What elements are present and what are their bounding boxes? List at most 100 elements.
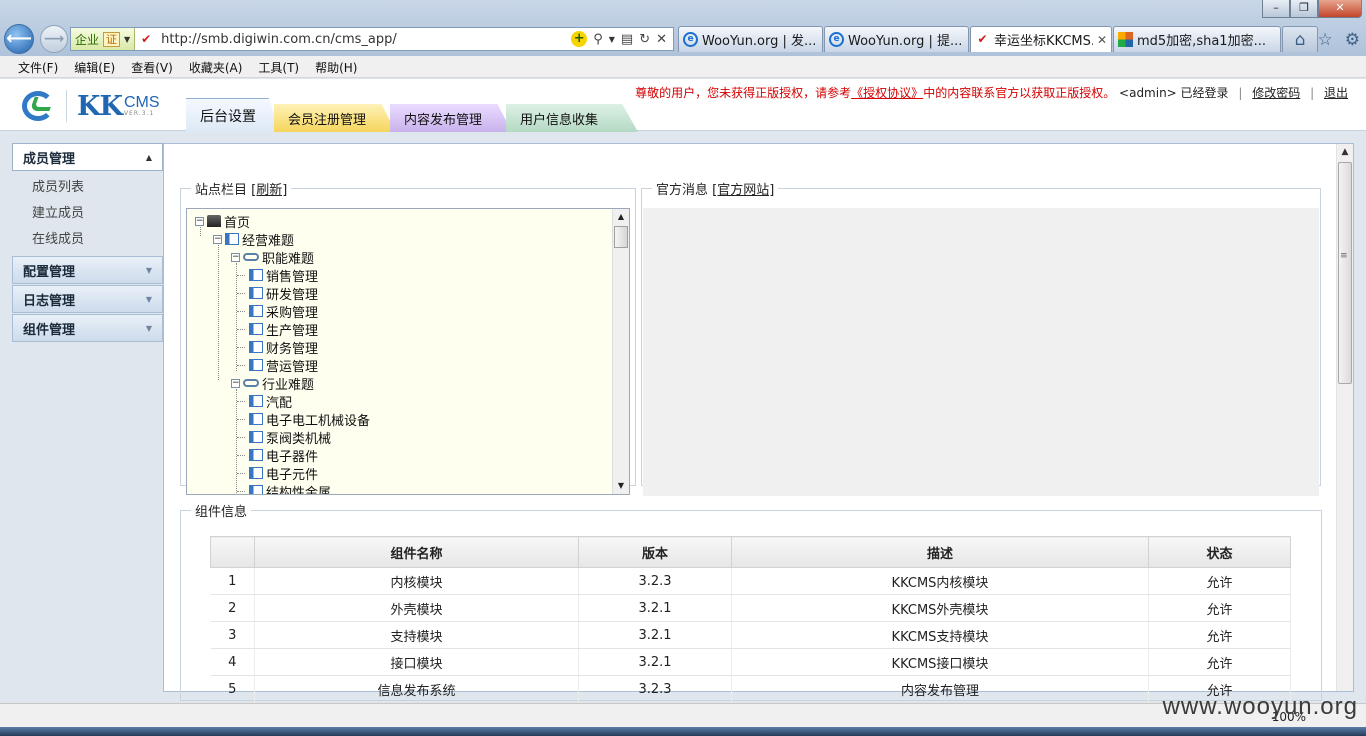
- cell-status: 允许: [1148, 648, 1291, 676]
- menu-file[interactable]: 文件(F): [10, 56, 66, 77]
- tab-user-info-collection[interactable]: 用户信息收集: [506, 104, 639, 132]
- favorites-star-icon[interactable]: ☆: [1318, 30, 1333, 50]
- minimize-button[interactable]: –: [1262, 0, 1290, 18]
- tree-leaf[interactable]: 结构性金属: [249, 482, 332, 495]
- tree-leaf[interactable]: 电子器件: [249, 446, 318, 465]
- table-row: 2 外壳模块 3.2.1 KKCMS外壳模块 允许: [210, 594, 1291, 622]
- sidebar-item-create-member[interactable]: 建立成员: [32, 201, 163, 227]
- collapse-icon[interactable]: −: [195, 216, 204, 226]
- menu-tools[interactable]: 工具(T): [250, 56, 307, 77]
- page-icon: [249, 467, 263, 479]
- sidebar-group-log-management[interactable]: 日志管理 ▼: [12, 285, 163, 313]
- change-password-link[interactable]: 修改密码: [1252, 86, 1300, 100]
- col-version-header: 版本: [578, 536, 732, 568]
- collapse-icon[interactable]: −: [213, 234, 222, 244]
- cell-name: 外壳模块: [254, 594, 579, 622]
- page-icon: [225, 233, 239, 245]
- compatibility-view-icon[interactable]: +: [571, 31, 588, 47]
- windows-taskbar: [0, 727, 1366, 736]
- gear-icon[interactable]: ⚙: [1345, 30, 1360, 50]
- browser-right-icons: ⌂ ☆ ⚙: [1295, 30, 1360, 50]
- rss-icon[interactable]: ▤: [621, 32, 633, 47]
- browser-tab[interactable]: e WooYun.org | 发...: [678, 26, 823, 52]
- page-icon: [249, 449, 263, 461]
- main-scrollbar[interactable]: ▲ ≡: [1336, 144, 1353, 691]
- tree-leaf[interactable]: 营运管理: [249, 356, 319, 375]
- scroll-thumb[interactable]: [614, 226, 628, 248]
- menu-help[interactable]: 帮助(H): [307, 56, 365, 77]
- logout-link[interactable]: 退出: [1324, 86, 1348, 100]
- search-icon[interactable]: ⚲: [593, 32, 603, 47]
- home-icon[interactable]: ⌂: [1295, 30, 1306, 50]
- cell-status: 允许: [1148, 594, 1291, 622]
- tree-node-label: 首页: [224, 215, 251, 231]
- logo-kk: KK: [77, 90, 123, 122]
- tree-node-home[interactable]: − 首页: [195, 212, 251, 231]
- tree-node-business-issues[interactable]: − 经营难题: [213, 230, 294, 249]
- tree-leaf[interactable]: 汽配: [249, 392, 292, 411]
- cell-name: 接口模块: [254, 648, 579, 676]
- tree-node-industry-issues[interactable]: − 行业难题: [231, 374, 314, 393]
- tree-leaf[interactable]: 生产管理: [249, 320, 318, 339]
- browser-tab-active[interactable]: ✔ 幸运坐标KKCMS... ✕: [970, 26, 1112, 52]
- cell-name: 信息发布系统: [254, 675, 579, 703]
- tree-leaf[interactable]: 销售管理: [249, 266, 318, 285]
- chevron-down-icon[interactable]: ▼: [609, 35, 615, 44]
- maximize-button[interactable]: ❐: [1290, 0, 1318, 18]
- page-icon: [249, 359, 263, 371]
- sidebar-submenu: 成员列表 建立成员 在线成员: [12, 172, 163, 256]
- sidebar-group-label: 组件管理: [23, 322, 76, 338]
- official-news-frame: [643, 208, 1319, 496]
- tree-scrollbar[interactable]: ▲ ▼: [612, 209, 629, 494]
- scroll-down-icon[interactable]: ▼: [613, 478, 629, 494]
- tree-node-label: 结构性金属: [266, 485, 332, 495]
- refresh-link[interactable]: [刷新]: [251, 183, 287, 198]
- official-site-link[interactable]: [官方网站]: [712, 183, 774, 198]
- url-input[interactable]: http://smb.digiwin.com.cn/cms_app/: [161, 32, 571, 47]
- cms-page: KK CMS VER.3.1 后台设置 会员注册管理 内容发布管理 用户信息收集…: [0, 79, 1366, 703]
- scroll-up-icon[interactable]: ▲: [1337, 144, 1353, 161]
- address-bar[interactable]: 企业 证 ▼ ✔ http://smb.digiwin.com.cn/cms_a…: [70, 27, 674, 51]
- cms-header: KK CMS VER.3.1 后台设置 会员注册管理 内容发布管理 用户信息收集…: [0, 79, 1366, 132]
- tree-leaf[interactable]: 泵阀类机械: [249, 428, 331, 447]
- cell-index: 1: [210, 567, 255, 595]
- tree-node-functional-issues[interactable]: − 职能难题: [231, 248, 314, 267]
- sidebar-item-member-list[interactable]: 成员列表: [32, 175, 163, 201]
- sidebar-group-config-management[interactable]: 配置管理 ▼: [12, 256, 163, 284]
- back-button[interactable]: ⟵: [4, 24, 34, 54]
- refresh-icon[interactable]: ↻: [639, 32, 650, 47]
- browser-tabs: e WooYun.org | 发... e WooYun.org | 提... …: [678, 26, 1318, 52]
- close-tab-icon[interactable]: ✕: [1097, 33, 1107, 47]
- tree-leaf[interactable]: 电子元件: [249, 464, 318, 483]
- menu-edit[interactable]: 编辑(E): [66, 56, 123, 77]
- collapse-icon[interactable]: −: [231, 378, 240, 388]
- collapse-icon[interactable]: −: [231, 252, 240, 262]
- tree-leaf[interactable]: 财务管理: [249, 338, 318, 357]
- tab-backend-settings[interactable]: 后台设置: [186, 98, 280, 132]
- component-table: 组件名称 版本 描述 状态 1 内核模块 3.2.3 KKCMS内核模块 允许: [210, 536, 1291, 703]
- security-zone-badge[interactable]: 企业 证 ▼: [71, 28, 136, 50]
- license-agreement-link[interactable]: 《授权协议》: [851, 86, 923, 100]
- sidebar-item-online-members[interactable]: 在线成员: [32, 227, 163, 253]
- tree-node-label: 营运管理: [266, 359, 319, 375]
- menu-view[interactable]: 查看(V): [123, 56, 181, 77]
- stop-icon[interactable]: ✕: [656, 32, 667, 47]
- scroll-thumb[interactable]: [1338, 162, 1352, 384]
- forward-button[interactable]: ⟶: [40, 25, 68, 53]
- browser-tab[interactable]: e WooYun.org | 提...: [824, 26, 969, 52]
- cell-description: KKCMS接口模块: [731, 648, 1149, 676]
- sidebar-group-member-management[interactable]: 成员管理 ▲: [12, 143, 163, 171]
- sidebar-group-component-management[interactable]: 组件管理 ▼: [12, 314, 163, 342]
- license-warning-text: 尊敬的用户，您未获得正版授权，请参考: [635, 86, 852, 100]
- tab-content-publishing[interactable]: 内容发布管理: [390, 104, 513, 132]
- chevron-up-icon: ▲: [145, 152, 152, 162]
- tree-leaf[interactable]: 采购管理: [249, 302, 318, 321]
- scroll-up-icon[interactable]: ▲: [613, 209, 629, 225]
- menu-favorites[interactable]: 收藏夹(A): [181, 56, 251, 77]
- logo-mark-icon: [20, 87, 58, 125]
- tab-member-registration[interactable]: 会员注册管理: [274, 104, 397, 132]
- tree-leaf[interactable]: 研发管理: [249, 284, 318, 303]
- close-window-button[interactable]: ✕: [1318, 0, 1362, 18]
- tree-leaf[interactable]: 电子电工机械设备: [249, 410, 370, 429]
- browser-tab[interactable]: md5加密,sha1加密...: [1113, 26, 1281, 52]
